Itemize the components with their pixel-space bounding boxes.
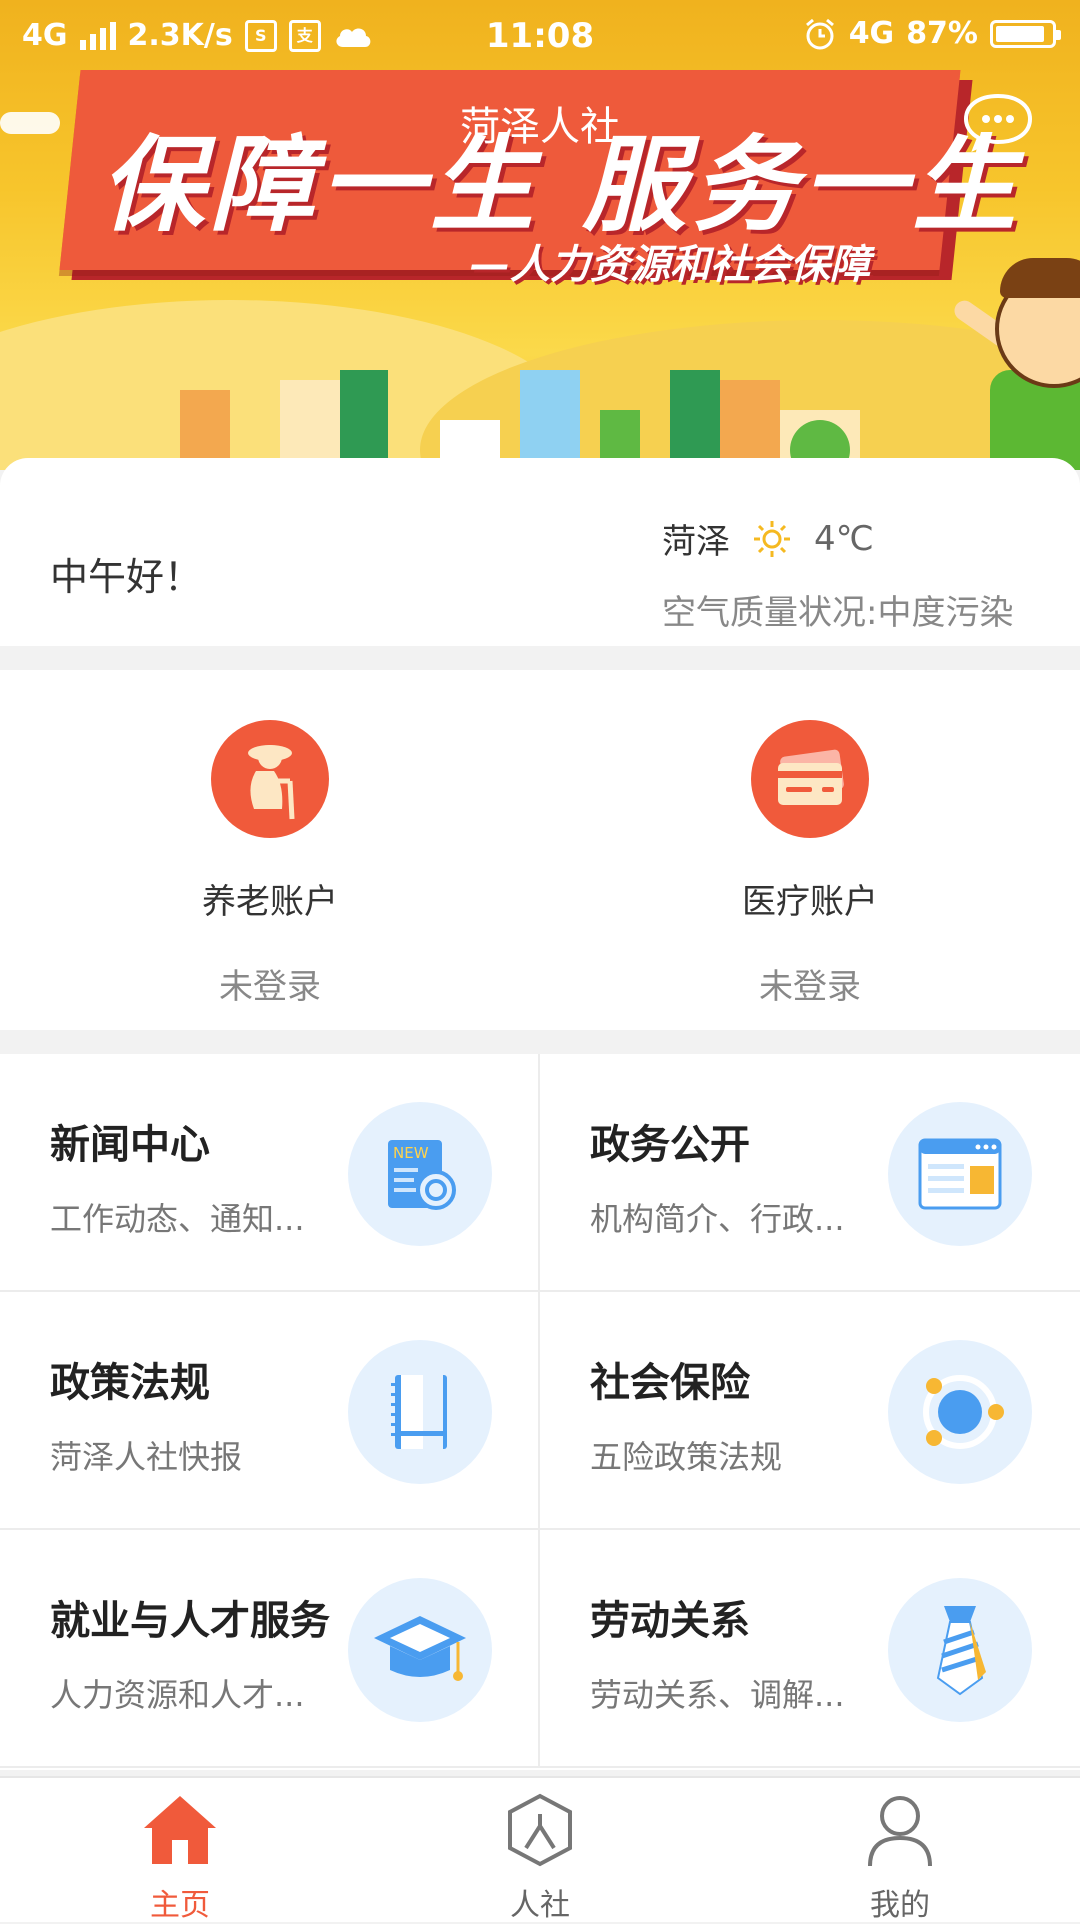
battery-percent: 87% — [906, 16, 978, 51]
svg-text:NEW: NEW — [393, 1144, 429, 1162]
service-subtitle: 五险政策法规 — [590, 1438, 783, 1476]
tie-icon — [888, 1578, 1032, 1722]
medical-account[interactable]: 医疗账户 未登录 — [540, 670, 1080, 1030]
service-subtitle: 菏泽人社快报 — [50, 1438, 243, 1476]
greeting-text: 中午好！ — [50, 555, 203, 599]
pension-account[interactable]: 养老账户 未登录 — [0, 670, 540, 1030]
network-type-right: 4G — [848, 16, 895, 51]
alarm-icon — [805, 18, 834, 49]
home-icon — [144, 1796, 216, 1864]
service-social-insurance[interactable]: 社会保险 五险政策法规 — [540, 1292, 1080, 1530]
account-label: 养老账户 — [202, 882, 338, 922]
app-title: 菏泽人社 — [460, 104, 620, 150]
service-title: 劳动关系 — [590, 1598, 750, 1644]
service-title: 新闻中心 — [50, 1122, 210, 1168]
bottom-tab-bar: 主页 人社 我的 — [0, 1776, 1080, 1923]
account-status: 未登录 — [759, 967, 861, 1007]
greeting-card: 中午好！ 菏泽 4℃ 空气质量状况:中度污染 — [0, 458, 1080, 646]
account-status: 未登录 — [219, 967, 321, 1007]
browser-window-icon — [888, 1102, 1032, 1246]
service-policy-regulations[interactable]: 政策法规 菏泽人社快报 — [0, 1292, 540, 1530]
service-subtitle: 机构简介、行政... — [590, 1200, 845, 1238]
mascot-hair — [1000, 258, 1080, 298]
service-news-center[interactable]: 新闻中心 工作动态、通知... NEW — [0, 1054, 540, 1292]
accounts-section: 养老账户 未登录 医疗账户 未登录 — [0, 670, 1080, 1030]
service-title: 就业与人才服务 — [50, 1598, 330, 1644]
service-subtitle: 人力资源和人才... — [50, 1676, 305, 1714]
tab-label: 人社 — [510, 1888, 570, 1923]
status-bar: 4G 2.3K/s S 支 11:08 4G 87% — [0, 0, 1080, 76]
sun-icon — [754, 520, 790, 557]
service-government-affairs[interactable]: 政务公开 机构简介、行政... — [540, 1054, 1080, 1292]
service-subtitle: 工作动态、通知... — [50, 1200, 305, 1238]
news-icon: NEW — [348, 1102, 492, 1246]
weather-temperature: 4℃ — [814, 518, 874, 559]
notebook-icon — [348, 1340, 492, 1484]
tab-label: 主页 — [150, 1888, 210, 1923]
banner-slogan-sub: —人力资源和社会保障 — [470, 242, 870, 288]
account-label: 医疗账户 — [742, 882, 878, 922]
weather-city: 菏泽 — [662, 522, 730, 562]
service-subtitle: 劳动关系、调解... — [590, 1676, 845, 1714]
weather-widget: 菏泽 4℃ 空气质量状况:中度污染 — [662, 514, 1013, 634]
message-icon[interactable] — [960, 92, 1036, 152]
city-buildings-illustration — [180, 370, 860, 470]
air-quality: 空气质量状况:中度污染 — [662, 593, 1014, 633]
tab-home[interactable]: 主页 — [0, 1778, 360, 1923]
hexagon-person-icon — [508, 1793, 572, 1867]
battery-icon — [990, 19, 1061, 48]
service-title: 政务公开 — [590, 1122, 750, 1168]
tab-mine[interactable]: 我的 — [720, 1778, 1080, 1923]
service-title: 社会保险 — [590, 1360, 750, 1406]
service-labor-relations[interactable]: 劳动关系 劳动关系、调解... — [540, 1530, 1080, 1768]
elderly-icon — [211, 720, 329, 838]
service-title: 政策法规 — [50, 1360, 210, 1406]
service-employment-talent[interactable]: 就业与人才服务 人力资源和人才... — [0, 1530, 540, 1768]
services-grid: 新闻中心 工作动态、通知... NEW 政务公开 机构简介、行政... 政策法规… — [0, 1054, 1080, 1770]
tab-label: 我的 — [870, 1888, 930, 1923]
tab-hr-social[interactable]: 人社 — [360, 1778, 720, 1923]
graduation-cap-icon — [348, 1578, 492, 1722]
card-icon — [751, 720, 869, 838]
orbit-icon — [888, 1340, 1032, 1484]
user-icon — [868, 1796, 932, 1867]
